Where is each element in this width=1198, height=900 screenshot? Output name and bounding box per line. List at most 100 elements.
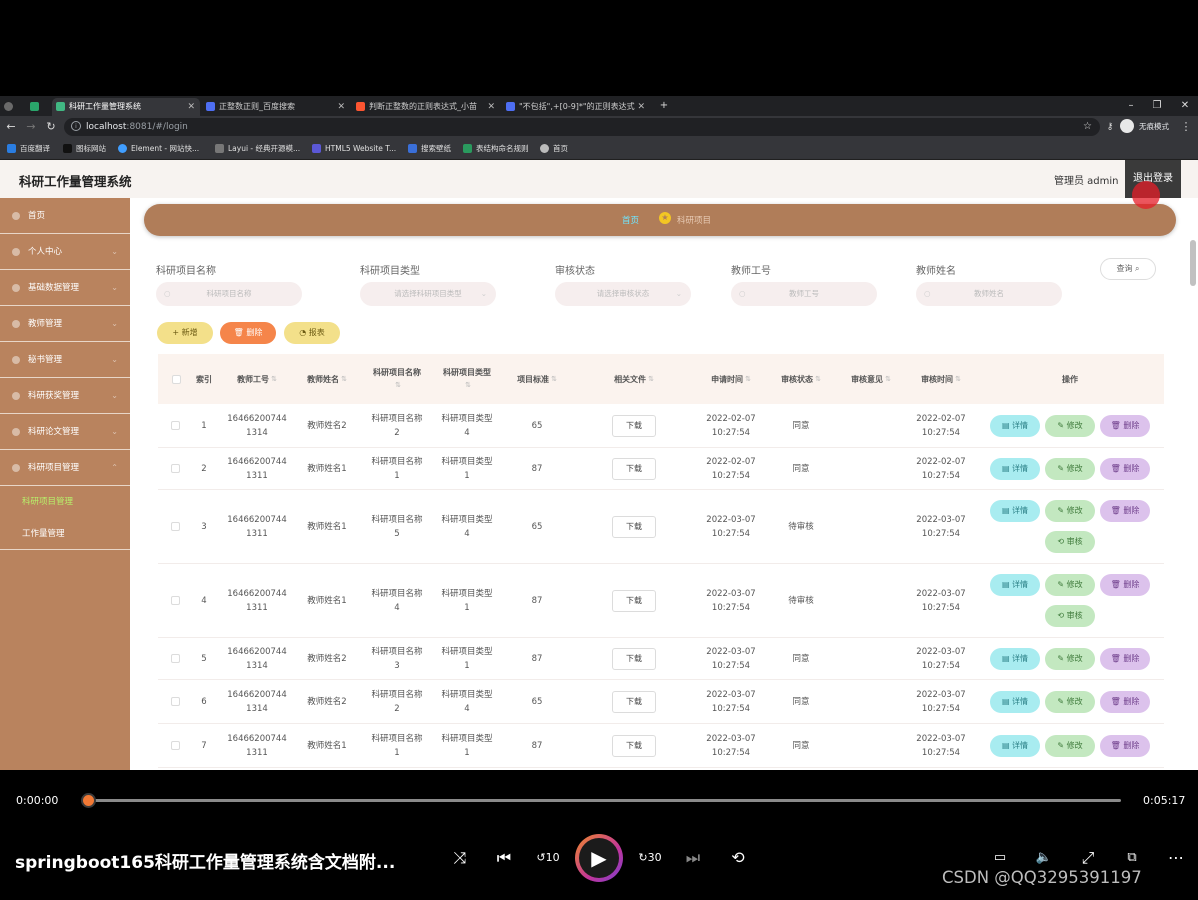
url-input[interactable]: i localhost:8081/#/login ☆ <box>64 118 1100 136</box>
row-checkbox[interactable] <box>171 741 180 750</box>
scrollbar[interactable] <box>1190 240 1196 286</box>
bookmark-item[interactable]: 首页 <box>540 138 568 160</box>
query-button[interactable]: 查询 ⌕ <box>1100 258 1156 280</box>
header-teacher-id[interactable]: 教师工号 ⇅ <box>222 354 292 404</box>
new-tab-icon[interactable]: + <box>655 98 673 114</box>
tab-pinned[interactable] <box>0 98 24 116</box>
download-button[interactable]: 下载 <box>612 690 656 713</box>
progress-track[interactable] <box>84 799 1121 802</box>
restore-icon[interactable]: ❐ <box>1148 98 1166 114</box>
sidebar-item-teachers[interactable]: 教师管理 ⌄ <box>0 306 130 342</box>
detail-button[interactable]: ▤ 详情 <box>990 648 1040 670</box>
close-window-icon[interactable]: ✕ <box>1176 98 1194 114</box>
bookmark-item[interactable]: 图标网站 <box>63 138 106 160</box>
sidebar-subitem-workload[interactable]: 工作量管理 <box>0 518 130 550</box>
row-checkbox[interactable] <box>171 654 180 663</box>
download-button[interactable]: 下载 <box>612 734 656 757</box>
delete-button[interactable]: 🗑 删除 <box>1100 574 1150 596</box>
status-select[interactable]: 请选择审核状态 ⌄ <box>555 282 691 306</box>
download-button[interactable]: 下载 <box>612 589 656 612</box>
play-button[interactable]: ▶ <box>575 834 623 882</box>
info-icon[interactable]: i <box>71 121 81 131</box>
miniplayer-icon[interactable]: ⧉ <box>1120 846 1144 870</box>
tab[interactable]: "不包括",+[0-9]*"的正则表达式 ✕ <box>502 98 650 116</box>
teacher-name-input[interactable]: ○ 教师姓名 <box>916 282 1062 306</box>
detail-button[interactable]: ▤ 详情 <box>990 458 1040 480</box>
edit-button[interactable]: ✎ 修改 <box>1045 691 1095 713</box>
fullscreen-icon[interactable]: ⤢ <box>1076 846 1100 870</box>
edit-button[interactable]: ✎ 修改 <box>1045 458 1095 480</box>
delete-button[interactable]: 🗑 删除 <box>1100 691 1150 713</box>
close-icon[interactable]: ✕ <box>637 98 645 116</box>
previous-icon[interactable]: ⏮ <box>492 846 516 870</box>
sidebar-item-projects[interactable]: 科研项目管理 ⌃ <box>0 450 130 486</box>
forward-30-icon[interactable]: ↻30 <box>638 846 662 870</box>
row-checkbox[interactable] <box>171 596 180 605</box>
breadcrumb-home[interactable]: 首页 <box>622 214 639 226</box>
subtitles-icon[interactable]: ▭ <box>988 846 1012 870</box>
tab-active[interactable]: 科研工作量管理系统 ✕ <box>52 98 200 116</box>
delete-button[interactable]: 🗑 删除 <box>1100 648 1150 670</box>
sidebar-item-secretary[interactable]: 秘书管理 ⌄ <box>0 342 130 378</box>
header-project-type[interactable]: 科研项目类型 ⇅ <box>432 354 502 404</box>
detail-button[interactable]: ▤ 详情 <box>990 691 1040 713</box>
select-all-checkbox[interactable] <box>171 374 181 384</box>
header-project-name[interactable]: 科研项目名称 ⇅ <box>362 354 432 404</box>
progress-thumb[interactable] <box>81 793 96 808</box>
edit-button[interactable]: ✎ 修改 <box>1045 735 1095 757</box>
row-checkbox[interactable] <box>171 464 180 473</box>
row-checkbox[interactable] <box>171 421 180 430</box>
sidebar-item-home[interactable]: 首页 <box>0 198 130 234</box>
more-icon[interactable]: ⋯ <box>1164 846 1188 870</box>
delete-button[interactable]: 🗑 删除 <box>1100 415 1150 437</box>
download-button[interactable]: 下载 <box>612 647 656 670</box>
report-button[interactable]: ◔ 报表 <box>284 322 340 344</box>
close-icon[interactable]: ✕ <box>187 98 195 116</box>
shuffle-icon[interactable]: ⤨ <box>448 846 472 870</box>
row-checkbox[interactable] <box>171 697 180 706</box>
header-file[interactable]: 相关文件 ⇅ <box>572 354 696 404</box>
edit-button[interactable]: ✎ 修改 <box>1045 415 1095 437</box>
reload-icon[interactable]: ↻ <box>43 119 59 135</box>
next-icon[interactable]: ⏭ <box>681 846 705 870</box>
download-button[interactable]: 下载 <box>612 515 656 538</box>
bookmark-item[interactable]: 表结构命名规则 <box>463 138 529 160</box>
detail-button[interactable]: ▤ 详情 <box>990 500 1040 522</box>
bookmark-item[interactable]: 百度翻译 <box>7 138 50 160</box>
rewind-10-icon[interactable]: ↺10 <box>536 846 560 870</box>
delete-button[interactable]: 🗑 删除 <box>1100 735 1150 757</box>
edit-button[interactable]: ✎ 修改 <box>1045 648 1095 670</box>
sidebar-item-awards[interactable]: 科研获奖管理 ⌄ <box>0 378 130 414</box>
bookmark-item[interactable]: 搜索壁纸 <box>408 138 451 160</box>
batch-delete-button[interactable]: 🗑 删除 <box>220 322 276 344</box>
project-type-select[interactable]: 请选择科研项目类型 ⌄ <box>360 282 496 306</box>
header-standard[interactable]: 项目标准 ⇅ <box>502 354 572 404</box>
bookmark-item[interactable]: Layui - 经典开源模... <box>215 138 300 160</box>
bookmark-item[interactable]: HTML5 Website T... <box>312 138 396 160</box>
header-teacher-name[interactable]: 教师姓名 ⇅ <box>292 354 362 404</box>
tab[interactable]: 判断正整数的正则表达式_小苗 ✕ <box>352 98 500 116</box>
delete-button[interactable]: 🗑 删除 <box>1100 500 1150 522</box>
detail-button[interactable]: ▤ 详情 <box>990 574 1040 596</box>
incognito-icon[interactable] <box>1120 119 1134 133</box>
key-icon[interactable]: ⚷ <box>1102 119 1118 135</box>
profile-label[interactable]: 无痕模式 <box>1139 116 1169 138</box>
bookmark-item[interactable]: Element - 网站快... <box>118 138 199 160</box>
sidebar-item-profile[interactable]: 个人中心 ⌄ <box>0 234 130 270</box>
back-icon[interactable]: ← <box>3 119 19 135</box>
star-icon[interactable]: ☆ <box>1083 118 1092 136</box>
project-name-input[interactable]: ○ 科研项目名称 <box>156 282 302 306</box>
download-button[interactable]: 下载 <box>612 414 656 437</box>
tab-pinned-2[interactable] <box>26 98 46 116</box>
sidebar-subitem-projects[interactable]: 科研项目管理 <box>0 486 130 518</box>
teacher-id-input[interactable]: ○ 教师工号 <box>731 282 877 306</box>
close-icon[interactable]: ✕ <box>487 98 495 116</box>
header-status[interactable]: 审核状态 ⇅ <box>766 354 836 404</box>
edit-button[interactable]: ✎ 修改 <box>1045 500 1095 522</box>
minimize-icon[interactable]: – <box>1122 98 1140 114</box>
close-icon[interactable]: ✕ <box>337 98 345 116</box>
header-audit-time[interactable]: 审核时间 ⇅ <box>906 354 976 404</box>
repeat-icon[interactable]: ⟲ <box>726 846 750 870</box>
detail-button[interactable]: ▤ 详情 <box>990 735 1040 757</box>
header-apply-time[interactable]: 申请时间 ⇅ <box>696 354 766 404</box>
